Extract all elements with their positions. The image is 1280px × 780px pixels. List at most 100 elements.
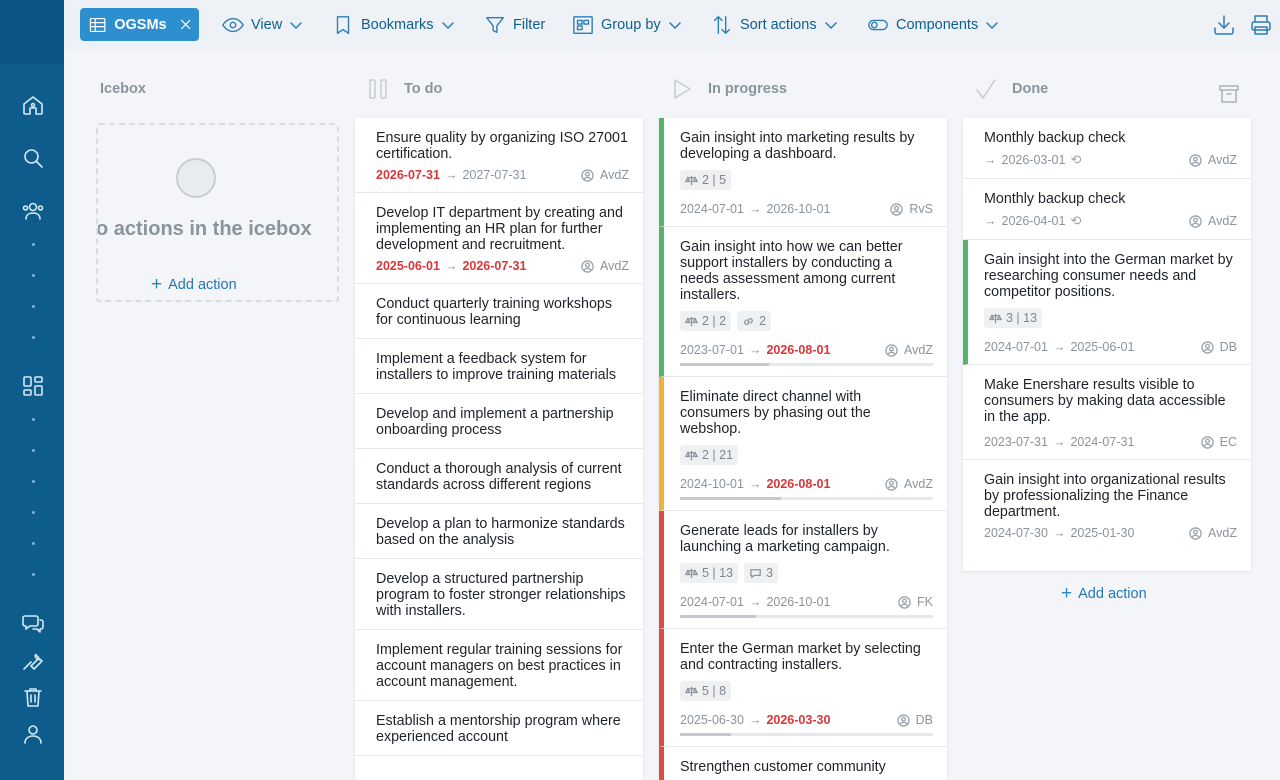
progress-bar	[680, 615, 933, 618]
comment-badge: 3	[744, 563, 779, 583]
user-icon	[581, 259, 594, 273]
done-card[interactable]: Monthly backup check → 2026-04-01 ⟲ AvdZ	[963, 179, 1251, 240]
sidebar	[0, 0, 64, 780]
sidebar-dot	[32, 305, 35, 308]
home-icon[interactable]	[21, 93, 45, 117]
done-card[interactable]: Monthly backup check → 2026-03-01 ⟲ AvdZ	[963, 118, 1251, 179]
arrow-right-icon: →	[984, 214, 997, 228]
in-progress-column: Gain insight into marketing results by d…	[659, 118, 947, 780]
filter-label: Filter	[513, 16, 546, 33]
sidebar-dot	[32, 449, 35, 452]
sort-actions-button[interactable]: Sort actions	[711, 8, 838, 41]
todo-card[interactable]: Develop a structured partnership program…	[355, 559, 643, 630]
download-icon[interactable]	[1212, 13, 1236, 37]
user-icon	[1189, 153, 1202, 167]
todo-card[interactable]: Establish a mentorship program where exp…	[355, 701, 643, 756]
link-badge: 2	[737, 311, 772, 331]
card-title: Generate leads for installers by launchi…	[680, 523, 890, 555]
profile-icon[interactable]	[21, 722, 45, 746]
todo-card[interactable]: Conduct a thorough analysis of current s…	[355, 449, 643, 504]
end-date: 2026-08-01	[766, 477, 831, 491]
in-progress-card[interactable]: Strengthen customer community	[659, 747, 947, 780]
scale-icon	[685, 568, 698, 578]
plus-icon: +	[151, 274, 163, 295]
bookmarks-button[interactable]: Bookmarks	[332, 8, 455, 41]
card-title: Develop and implement a partnership onbo…	[376, 406, 614, 438]
ogsms-filter-chip[interactable]: OGSMs	[80, 8, 199, 41]
arrow-right-icon: →	[444, 259, 458, 273]
trash-icon[interactable]	[21, 685, 45, 709]
card-title: Gain insight into the German market by r…	[984, 252, 1233, 300]
chevron-down-icon	[290, 21, 302, 29]
close-icon[interactable]	[180, 18, 191, 31]
in-progress-card[interactable]: Enter the German market by selecting and…	[659, 629, 947, 747]
todo-card[interactable]: Implement a feedback system for installe…	[355, 339, 643, 394]
start-date: 2024-07-01	[984, 340, 1048, 354]
done-card[interactable]: Make Enershare results visible to consum…	[963, 365, 1251, 460]
user-icon	[1200, 435, 1214, 449]
end-date: 2027-07-31	[462, 168, 527, 182]
start-date: 2023-07-31	[984, 435, 1048, 449]
board-icon[interactable]	[21, 374, 45, 398]
todo-card[interactable]: Develop and implement a partnership onbo…	[355, 394, 643, 449]
archive-icon[interactable]	[1217, 82, 1241, 106]
badge-value: 3	[766, 566, 774, 580]
done-card[interactable]: Gain insight into organizational results…	[963, 460, 1251, 550]
sidebar-dot	[32, 336, 35, 339]
sidebar-dot	[32, 274, 35, 277]
todo-column: Ensure quality by organizing ISO 27001 c…	[355, 118, 643, 780]
user-icon	[1200, 340, 1214, 354]
column-header-in-progress: In progress	[670, 76, 787, 102]
arrow-right-icon: →	[444, 168, 458, 182]
sidebar-logo-area	[0, 0, 64, 64]
badge-value: 2 | 5	[702, 173, 727, 187]
progress-fill	[680, 615, 756, 618]
owner-initials: AvdZ	[1208, 214, 1237, 228]
end-date: 2025-01-30	[1070, 526, 1135, 540]
kpi-badge: 2 | 2	[680, 311, 732, 331]
group-icon	[573, 15, 593, 34]
todo-card[interactable]: Implement regular training sessions for …	[355, 630, 643, 701]
icebox-add-action-button[interactable]: + Add action	[151, 275, 237, 294]
card-title: Gain insight into how we can better supp…	[680, 239, 903, 303]
in-progress-card[interactable]: Gain insight into how we can better supp…	[659, 227, 947, 377]
in-progress-card[interactable]: Gain insight into marketing results by d…	[659, 118, 947, 227]
card-title: Implement regular training sessions for …	[376, 642, 623, 690]
todo-card[interactable]: Conduct quarterly training workshops for…	[355, 284, 643, 339]
card-title: Implement a feedback system for installe…	[376, 351, 616, 383]
filter-button[interactable]: Filter	[484, 8, 545, 41]
icebox-title: Icebox	[100, 81, 146, 97]
table-icon	[89, 17, 106, 32]
done-column: Monthly backup check → 2026-03-01 ⟲ AvdZ M…	[963, 118, 1251, 571]
components-button[interactable]: Components	[867, 8, 999, 41]
user-icon	[1189, 214, 1202, 228]
todo-title: To do	[404, 81, 443, 97]
todo-card[interactable]: Develop a plan to harmonize standards ba…	[355, 504, 643, 559]
in-progress-card[interactable]: Generate leads for installers by launchi…	[659, 511, 947, 629]
scale-icon	[989, 313, 1002, 323]
view-button[interactable]: View	[222, 8, 303, 41]
group-by-button[interactable]: Group by	[572, 8, 682, 41]
in-progress-card[interactable]: Eliminate direct channel with consumers …	[659, 377, 947, 511]
users-icon[interactable]	[21, 199, 45, 223]
end-date: 2026-07-31	[462, 259, 527, 273]
eye-icon	[222, 17, 244, 32]
start-date: 2024-07-01	[680, 595, 744, 609]
arrow-right-icon: →	[748, 477, 762, 491]
card-title: Develop a plan to harmonize standards ba…	[376, 516, 625, 548]
todo-card[interactable]: Develop IT department by creating and im…	[355, 193, 643, 284]
icebox-empty-state: o actions in the icebox + Add action	[96, 123, 339, 302]
chat-icon[interactable]	[21, 611, 45, 635]
done-add-action-button[interactable]: + Add action	[1061, 584, 1147, 603]
search-icon[interactable]	[21, 146, 45, 170]
done-card[interactable]: Gain insight into the German market by r…	[963, 240, 1251, 365]
add-action-label: Add action	[1078, 585, 1147, 602]
user-icon	[890, 202, 904, 216]
arrow-right-icon: →	[1052, 435, 1066, 449]
kpi-badge: 2 | 21	[680, 445, 739, 465]
sidebar-dot	[32, 573, 35, 576]
print-icon[interactable]	[1249, 13, 1273, 37]
start-date: 2024-07-30	[984, 526, 1048, 540]
wrench-icon[interactable]	[21, 648, 45, 672]
todo-card[interactable]: Ensure quality by organizing ISO 27001 c…	[355, 118, 643, 193]
